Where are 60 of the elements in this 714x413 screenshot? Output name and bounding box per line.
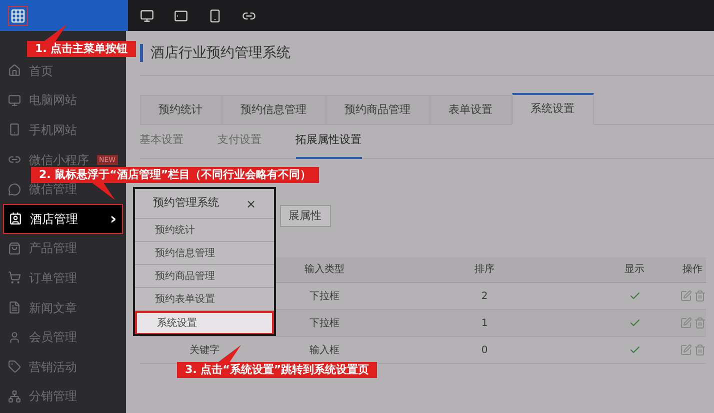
edit-icon[interactable] xyxy=(680,344,692,356)
sidebar-item[interactable]: 首页 xyxy=(0,56,126,86)
tab[interactable]: 系统设置 xyxy=(512,93,594,125)
close-button[interactable]: × xyxy=(246,194,256,212)
monitor-icon[interactable] xyxy=(140,8,154,22)
sidebar-item[interactable]: 产品管理 xyxy=(0,234,126,264)
delete-icon[interactable] xyxy=(694,344,706,356)
popup-menu-item[interactable]: 预约商品管理 xyxy=(135,265,274,288)
sidebar-item[interactable]: 营销活动 xyxy=(0,352,126,382)
bag-icon xyxy=(8,242,21,255)
hierarchy-icon xyxy=(8,390,21,403)
popup-title: 预约管理系统 xyxy=(153,195,219,212)
column-header: 显示 xyxy=(624,263,645,277)
phone-icon[interactable] xyxy=(208,8,222,22)
edit-icon[interactable] xyxy=(680,290,692,302)
page-title: 酒店行业预约管理系统 xyxy=(150,44,291,62)
sidebar-item[interactable]: 订单管理 xyxy=(0,263,126,293)
table-cell-text: 关键字 xyxy=(190,344,220,358)
subtab[interactable]: 支付设置 xyxy=(218,124,262,158)
home-icon xyxy=(8,64,21,78)
add-attribute-button[interactable]: 展属性 xyxy=(280,205,331,227)
popup-menu-item[interactable]: 预约信息管理 xyxy=(135,242,274,265)
title-accent xyxy=(140,44,143,62)
table-cell-text: 下拉框 xyxy=(310,316,340,330)
document-icon xyxy=(8,301,21,314)
table-cell-text: 输入框 xyxy=(310,344,340,358)
table-cell-text: 2 xyxy=(481,290,488,304)
table-cell-text: 下拉框 xyxy=(310,290,340,304)
column-header: 排序 xyxy=(474,262,495,277)
edit-icon[interactable] xyxy=(680,317,692,329)
sidebar-item[interactable]: 会员管理 xyxy=(0,322,126,352)
user-icon xyxy=(8,330,21,344)
sidebar-item[interactable]: 分销管理 xyxy=(0,382,126,412)
tab[interactable]: 预约信息管理 xyxy=(222,95,326,125)
column-header: 操作 xyxy=(682,263,703,277)
main-menu-button[interactable] xyxy=(8,6,28,26)
table-cell-text: 0 xyxy=(481,344,488,358)
chevron-icon: › xyxy=(110,210,117,227)
sidebar-item[interactable]: 手机网站 xyxy=(0,115,126,145)
tab[interactable]: 表单设置 xyxy=(430,95,512,125)
subtab[interactable]: 拓展属性设置 xyxy=(296,124,362,158)
delete-icon[interactable] xyxy=(694,290,706,302)
column-header: 输入类型 xyxy=(304,262,345,277)
monitor-icon xyxy=(8,94,21,107)
tablet-icon[interactable] xyxy=(174,8,188,22)
popup-menu-item[interactable]: 系统设置 xyxy=(135,311,274,334)
badge-icon xyxy=(9,212,22,226)
tag-icon xyxy=(8,360,21,374)
subtab[interactable]: 基本设置 xyxy=(140,124,184,158)
sidebar-item[interactable]: 酒店管理 › xyxy=(3,204,123,234)
sidebar-item[interactable]: 新闻文章 xyxy=(0,292,126,322)
tab[interactable]: 预约统计 xyxy=(140,95,222,125)
phone-icon xyxy=(8,123,21,136)
popup-menu-item[interactable]: 预约统计 xyxy=(135,219,274,242)
chat-icon xyxy=(8,182,21,196)
cart-icon xyxy=(8,271,21,284)
sidebar-item[interactable]: 电脑网站 xyxy=(0,86,126,116)
delete-icon[interactable] xyxy=(694,317,706,329)
table-cell-text: 1 xyxy=(481,316,488,330)
tab[interactable]: 预约商品管理 xyxy=(326,95,430,125)
